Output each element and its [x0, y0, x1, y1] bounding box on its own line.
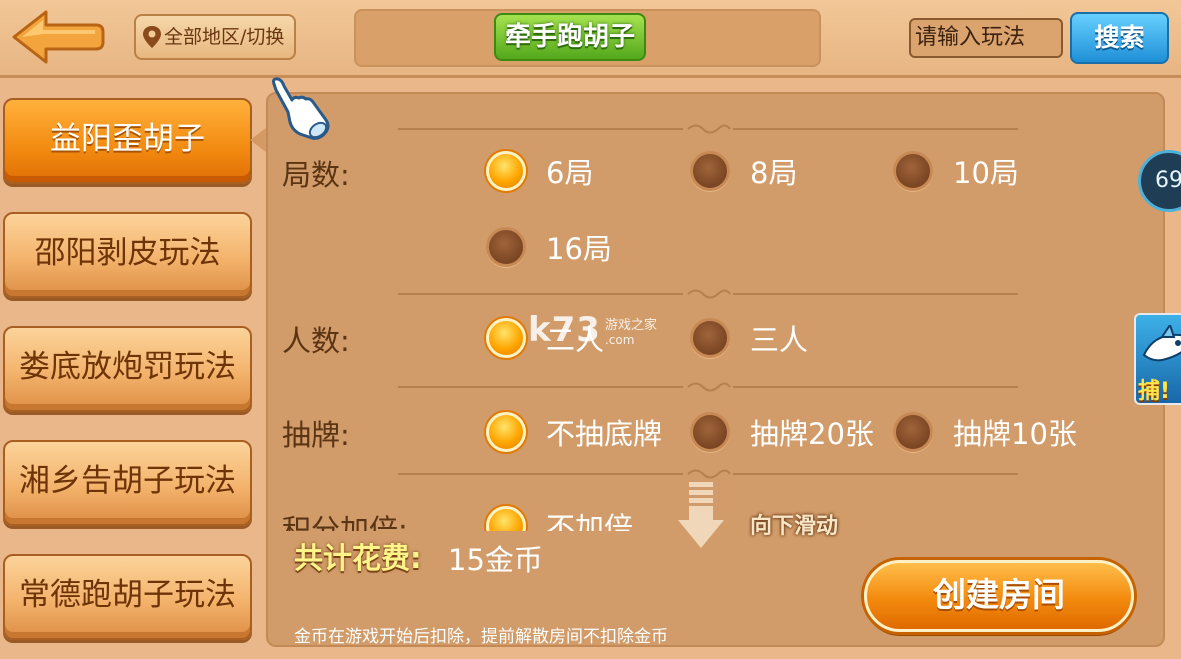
option-text: 16局	[546, 232, 612, 266]
watermark-logo: k73 游戏之家 .com	[528, 310, 657, 350]
radio-unselected[interactable]	[690, 318, 730, 358]
option-text: 不抽底牌	[546, 417, 663, 451]
region-switch-label: 全部地区/切换	[164, 26, 285, 48]
radio-selected[interactable]	[486, 506, 526, 531]
top-bar: 全部地区/切换 牵手跑胡子 请输入玩法 搜索	[0, 0, 1181, 78]
players-option-3[interactable]: 三人	[690, 317, 808, 359]
fishing-game-label: 捕!	[1138, 379, 1171, 404]
tab-changde-paohuzi[interactable]: 常德跑胡子玩法	[3, 554, 252, 640]
draw-option-20[interactable]: 抽牌20张	[690, 411, 874, 453]
ornament-divider	[398, 289, 1018, 299]
option-text: 抽牌10张	[953, 417, 1077, 451]
ornament-divider	[398, 382, 1018, 392]
create-room-button[interactable]: 创建房间	[864, 560, 1134, 632]
title-box: 牵手跑胡子	[354, 9, 821, 67]
search-button[interactable]: 搜索	[1070, 12, 1169, 64]
cost-value: 15金币	[448, 543, 543, 577]
tab-shaoyang-bopi[interactable]: 邵阳剥皮玩法	[3, 212, 252, 298]
option-text: 10局	[953, 156, 1019, 190]
radio-unselected[interactable]	[690, 151, 730, 191]
draw-option-10[interactable]: 抽牌10张	[893, 411, 1077, 453]
ornament-divider	[398, 124, 1018, 134]
ornament-divider	[398, 469, 1018, 479]
option-text: 抽牌20张	[750, 417, 874, 451]
rounds-option-6[interactable]: 6局	[486, 150, 593, 192]
radio-selected[interactable]	[486, 151, 526, 191]
tab-yiyang-waihuzi[interactable]: 益阳歪胡子	[3, 98, 252, 184]
scroll-down-arrow-icon	[678, 482, 724, 548]
watermark-sub2: .com	[604, 332, 635, 347]
radio-unselected[interactable]	[893, 412, 933, 452]
rounds-option-10[interactable]: 10局	[893, 150, 1019, 192]
location-pin-icon	[143, 26, 161, 48]
draw-option-none[interactable]: 不抽底牌	[486, 411, 662, 453]
radio-unselected[interactable]	[893, 151, 933, 191]
back-arrow-icon[interactable]	[10, 8, 105, 66]
rounds-option-8[interactable]: 8局	[690, 150, 797, 192]
pointing-hand-icon	[272, 77, 330, 140]
multiplier-label: 积分加倍:	[282, 513, 408, 531]
radio-selected[interactable]	[486, 318, 526, 358]
page-title: 牵手跑胡子	[494, 13, 646, 61]
players-label: 人数:	[282, 324, 350, 358]
watermark-sub: 游戏之家 .com	[605, 314, 657, 347]
option-text: 不加倍	[546, 511, 634, 531]
radio-selected[interactable]	[486, 412, 526, 452]
option-text: 6局	[546, 156, 594, 190]
multiplier-option-none[interactable]: 不加倍	[486, 505, 633, 531]
option-text: 8局	[750, 156, 798, 190]
option-text: 三人	[750, 323, 809, 357]
watermark-main: k73	[528, 310, 601, 350]
radio-unselected[interactable]	[690, 412, 730, 452]
region-switch-button[interactable]: 全部地区/切换	[134, 14, 296, 60]
coin-deduction-note: 金币在游戏开始后扣除，提前解散房间不扣除金币	[294, 627, 668, 647]
fishing-game-shortcut[interactable]: 捕!	[1134, 313, 1181, 405]
rounds-label: 局数:	[282, 158, 350, 192]
tab-xiangxiang-gaohuzi[interactable]: 湘乡告胡子玩法	[3, 440, 252, 526]
scroll-hint: 向下滑动	[750, 514, 839, 539]
tab-loudi-fangpaofa[interactable]: 娄底放炮罚玩法	[3, 326, 252, 412]
search-input[interactable]: 请输入玩法	[909, 18, 1063, 58]
shark-icon	[1142, 325, 1181, 362]
active-tab-pointer	[250, 128, 266, 152]
draw-label: 抽牌:	[282, 418, 350, 452]
rounds-option-16[interactable]: 16局	[486, 226, 612, 268]
cost-label: 共计花费:	[294, 541, 422, 575]
watermark-sub1: 游戏之家	[604, 317, 657, 333]
options-panel: 局数: 6局 8局 10局 16局 人数: 二人 三人 抽牌: 不抽底牌 抽牌2…	[266, 92, 1165, 647]
radio-unselected[interactable]	[486, 227, 526, 267]
